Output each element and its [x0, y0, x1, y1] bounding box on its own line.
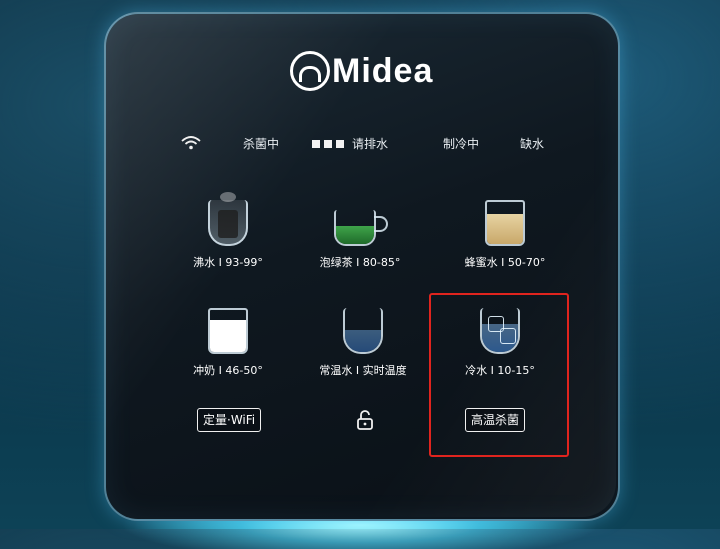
- brand-name: Midea: [332, 51, 434, 90]
- room-temp-water-icon: [333, 304, 393, 358]
- wifi-icon: [181, 136, 201, 150]
- status-drain-label: 请排水: [352, 137, 389, 151]
- level-squares: [312, 137, 348, 151]
- lock-button[interactable]: [355, 409, 375, 435]
- status-cooling: 制冷中: [443, 135, 479, 152]
- drink-green-tea[interactable]: 泡绿茶 I 80-85°: [315, 196, 405, 270]
- drink-room-temp-water[interactable]: 常温水 I 实时温度: [313, 304, 413, 378]
- status-drain: 请排水: [312, 135, 388, 152]
- wifi-status: [180, 135, 202, 151]
- quantity-wifi-button[interactable]: 定量·WiFi: [197, 408, 262, 432]
- drink-milk[interactable]: 冲奶 I 46-50°: [188, 304, 268, 378]
- drink-boiling-water[interactable]: 沸水 I 93-99°: [188, 192, 268, 270]
- highlight-box: [429, 293, 569, 457]
- status-water-shortage-label: 缺水: [520, 137, 545, 151]
- green-tea-icon: [328, 196, 392, 250]
- drink-honey-water[interactable]: 蜂蜜水 I 50-70°: [455, 196, 555, 270]
- drink-honey-water-label: 蜂蜜水 I 50-70°: [464, 256, 546, 269]
- drink-boiling-water-label: 沸水 I 93-99°: [193, 256, 263, 269]
- status-sterilizing-label: 杀菌中: [243, 137, 280, 151]
- status-sterilizing: 杀菌中: [243, 135, 279, 152]
- midea-logo-mark: [290, 51, 330, 91]
- milk-icon: [198, 304, 258, 358]
- boiling-water-icon: [198, 192, 258, 250]
- drink-green-tea-label: 泡绿茶 I 80-85°: [319, 256, 401, 269]
- status-water-shortage: 缺水: [520, 135, 544, 152]
- honey-water-icon: [475, 196, 535, 250]
- status-cooling-label: 制冷中: [443, 137, 480, 151]
- lock-icon: [357, 410, 373, 430]
- drink-milk-label: 冲奶 I 46-50°: [193, 364, 263, 377]
- midea-logo: Midea: [290, 48, 433, 94]
- drink-room-temp-water-label: 常温水 I 实时温度: [319, 364, 407, 377]
